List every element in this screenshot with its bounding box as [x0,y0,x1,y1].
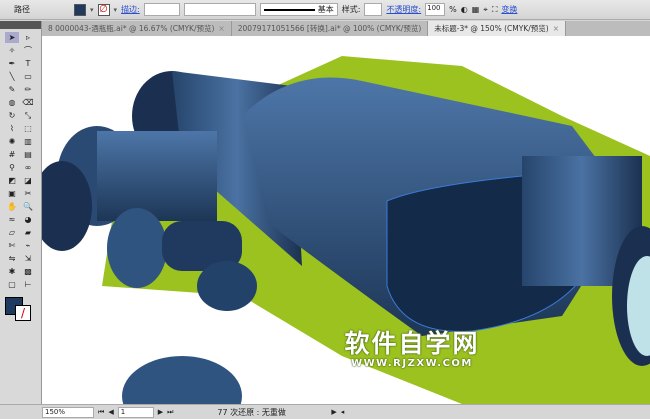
perspective-select-tool-icon[interactable]: ▰ [21,227,35,238]
percent-label: % [449,5,457,14]
chevron-down-icon[interactable]: ▾ [114,6,118,14]
fill-swatch[interactable] [74,3,86,16]
style-label: 样式: [341,5,361,14]
artboard-canvas[interactable]: 软件自学网 WWW.RJZXW.COM [42,36,650,404]
rotate-tool-icon[interactable]: ↻ [5,110,19,121]
perspective-tool-icon[interactable]: ▱ [5,227,19,238]
zoom-select[interactable]: 150% [42,406,94,418]
live-paint-selection-tool-icon[interactable]: ◪ [21,175,35,186]
recolor-icon[interactable]: ◐ [461,5,468,14]
close-icon[interactable]: × [218,24,224,33]
align-icon[interactable]: ▦ [472,5,480,14]
variable-width-select[interactable] [183,3,256,16]
pen-tool-icon[interactable]: ✒ [5,58,19,69]
tab-label: 8 0000043-酒瓶瓶.ai* @ 16.67% (CMYK/预览) [48,24,215,33]
eraser-tool-icon[interactable]: ⌫ [21,97,35,108]
scissors-tool-icon[interactable]: ✄ [5,240,19,251]
width-tool-icon[interactable]: ≈ [5,214,19,225]
first-page-icon[interactable]: ⏮ [98,408,104,417]
selection-tool-icon[interactable]: ➤ [5,32,19,43]
zoom-tool-icon[interactable]: 🔍 [21,201,35,212]
eyedropper-tool-icon[interactable]: ⚲ [5,162,19,173]
shape-builder-tool-icon[interactable]: ◕ [21,214,35,225]
live-paint-tool-icon[interactable]: ◩ [5,175,19,186]
watermark-title: 软件自学网 [344,329,480,358]
tools-panel: ➤ ▹ ✧ ⌒ ✒ T ╲ ▭ ✎ ✏ ◍ ⌫ ↻ ⤡ ⌇ ⬚ ✺ ▥ # ▤ ⚲ ∞ ◩ ◪ ▣ ✂ ✋ 🔍 ≈ ◕ ▱ ▰ ✄ ⌁ ⇋ ⇲ ✱ ▩ ▢ ⊢… [0,21,42,405]
status-menu-icon[interactable]: ▶ [331,408,336,416]
magic-wand-tool-icon[interactable]: ✧ [5,45,19,56]
watermark: 软件自学网 WWW.RJZXW.COM [342,330,482,370]
tab-label: 20079171051566 [转换].ai* @ 100% (CMYK/预览) [237,24,422,33]
control-bar: 路径 ▾ ∅ ▾ 描边: 基本 样式: 不透明度: 100 % ◐ ▦ ⌖ ⛶ 变… [0,0,650,20]
puppet-tool-icon[interactable]: ✱ [5,266,19,277]
stroke-swatch[interactable]: ∅ [97,3,110,16]
chart-tool-icon[interactable]: ▩ [21,266,35,277]
blend-tool-icon[interactable]: ∞ [21,162,35,173]
selection-type-label: 路径 [14,5,30,14]
crop-tool-icon[interactable]: ▢ [5,279,19,290]
opacity-link[interactable]: 不透明度: [386,4,421,15]
prev-page-icon[interactable]: ◀ [108,408,113,416]
direct-selection-tool-icon[interactable]: ▹ [21,32,35,43]
brush-select[interactable]: 基本 [259,3,338,16]
watermark-url: WWW.RJZXW.COM [351,358,473,369]
tab-document-2[interactable]: 20079171051566 [转换].ai* @ 100% (CMYK/预览) [232,21,429,36]
line-tool-icon[interactable]: ╲ [5,71,19,82]
measure-tool-icon[interactable]: ⊢ [21,279,35,290]
slice-tool-icon[interactable]: ✂ [21,188,35,199]
scroll-left-icon[interactable]: ◂ [341,408,345,416]
mesh-tool-icon[interactable]: # [5,149,19,160]
last-page-icon[interactable]: ⏭ [167,408,173,417]
knife-tool-icon[interactable]: ⌁ [21,240,35,251]
blob-brush-tool-icon[interactable]: ◍ [5,97,19,108]
gradient-tool-icon[interactable]: ▤ [21,149,35,160]
artboard-tool-icon[interactable]: ▣ [5,188,19,199]
symbol-sprayer-tool-icon[interactable]: ✺ [5,136,19,147]
warp-tool-icon[interactable]: ⌇ [5,123,19,134]
stroke-weight-input[interactable] [143,3,180,16]
next-page-icon[interactable]: ▶ [158,408,163,416]
reflect-tool-icon[interactable]: ⇋ [5,253,19,264]
lasso-tool-icon[interactable]: ⌒ [21,45,35,56]
tab-document-1[interactable]: 8 0000043-酒瓶瓶.ai* @ 16.67% (CMYK/预览) × [42,21,232,36]
style-select[interactable] [364,3,383,16]
free-transform-tool-icon[interactable]: ⬚ [21,123,35,134]
close-icon[interactable]: × [553,24,559,33]
paintbrush-tool-icon[interactable]: ✎ [5,84,19,95]
panel-header[interactable] [0,21,41,29]
hand-tool-icon[interactable]: ✋ [5,201,19,212]
select-similar-icon[interactable]: ⌖ [483,5,488,15]
type-tool-icon[interactable]: T [21,58,35,69]
brush-label: 基本 [317,5,334,14]
isolate-icon[interactable]: ⛶ [492,5,498,15]
column-graph-tool-icon[interactable]: ▥ [21,136,35,147]
opacity-input[interactable]: 100 [425,3,446,16]
pencil-tool-icon[interactable]: ✏ [21,84,35,95]
stroke-link[interactable]: 描边: [121,4,140,15]
page-select[interactable]: 1 [117,406,154,418]
tab-document-3[interactable]: 未标题-3* @ 150% (CMYK/预览) × [428,21,566,36]
transform-link[interactable]: 变换 [501,4,517,15]
chevron-down-icon[interactable]: ▾ [90,6,94,14]
tab-label: 未标题-3* @ 150% (CMYK/预览) [434,24,549,33]
status-message: 77 次还原 : 无重做 [217,407,286,417]
shear-tool-icon[interactable]: ⇲ [21,253,35,264]
scale-tool-icon[interactable]: ⤡ [21,110,35,121]
fill-stroke-swatches[interactable]: / [5,297,36,323]
rectangle-tool-icon[interactable]: ▭ [21,71,35,82]
document-tabs: 8 0000043-酒瓶瓶.ai* @ 16.67% (CMYK/预览) × 20… [42,21,650,36]
status-bar: 150% ⏮ ◀ 1 ▶ ⏭ 77 次还原 : 无重做 ▶ ◂ [0,404,650,419]
